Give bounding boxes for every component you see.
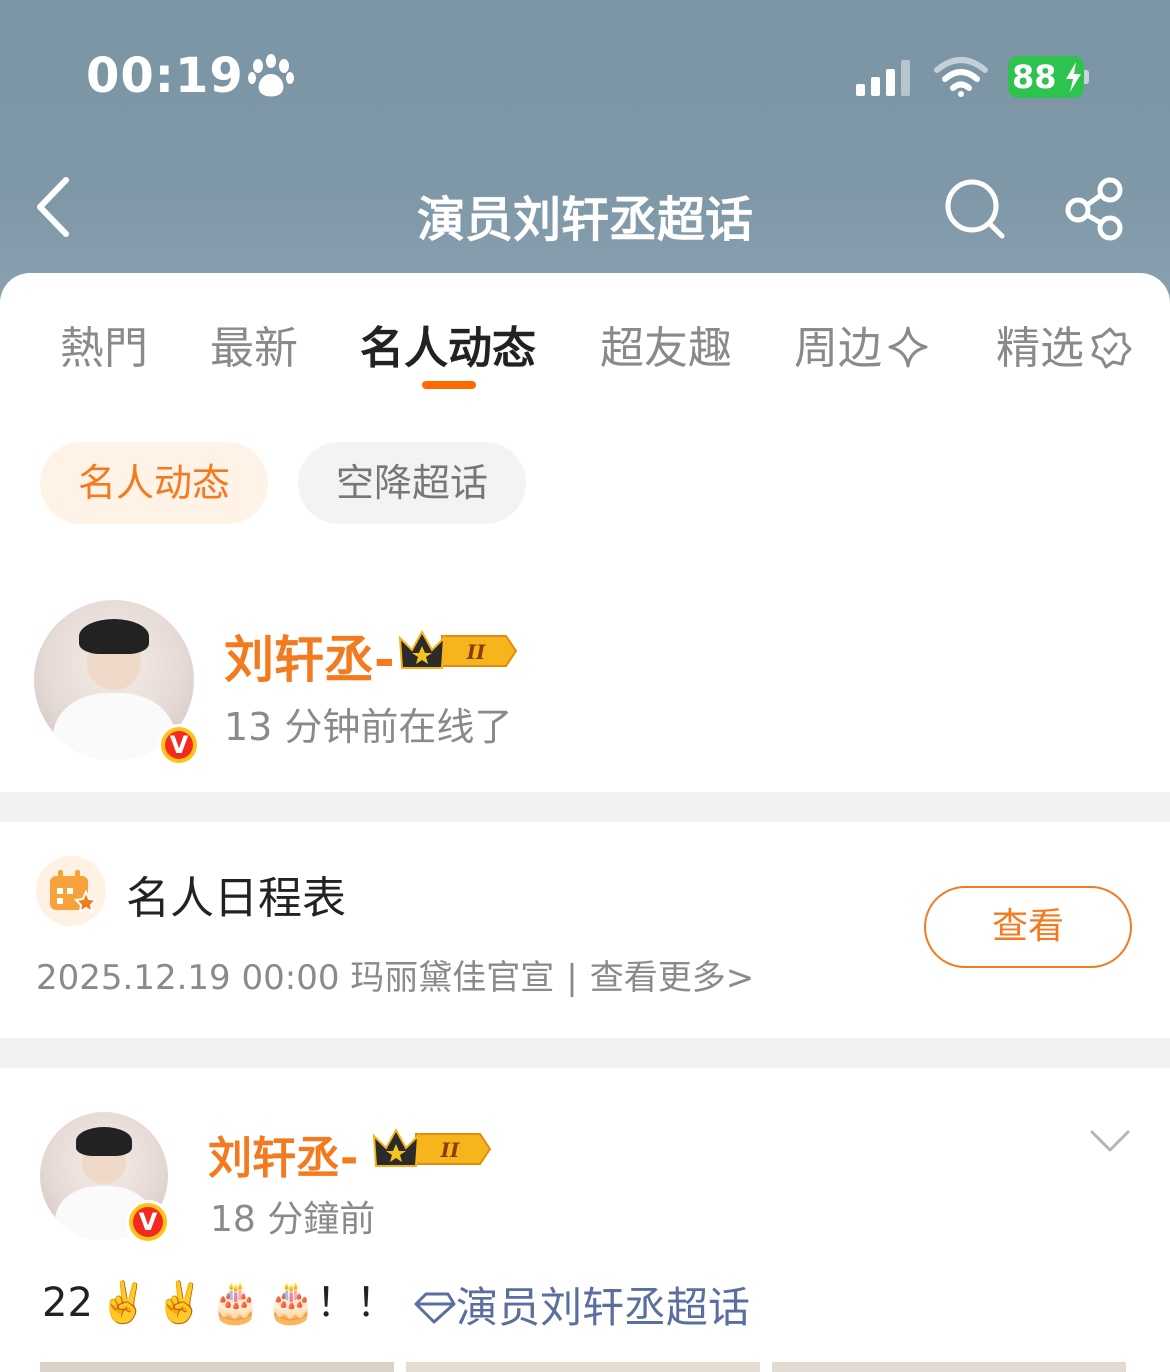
schedule-title: 名人日程表 [126, 873, 346, 924]
tab-hot[interactable]: 熱門 [60, 312, 148, 376]
avatar-hair [75, 1127, 133, 1156]
badge-level-text: II [466, 640, 486, 664]
status-time: 00:19 [86, 48, 244, 104]
post-image[interactable] [40, 1362, 394, 1372]
tab-celebrity-updates[interactable]: 名人动态 [360, 312, 536, 376]
separator: | [566, 958, 578, 998]
cake-emoji: 🎂 [210, 1280, 261, 1326]
last-online: 13 分钟前在线了 [224, 705, 513, 749]
share-icon[interactable] [1062, 176, 1128, 242]
avatar-hair [78, 619, 150, 655]
view-button[interactable]: 查看 [924, 886, 1132, 968]
tab-featured-label: 精选 [996, 323, 1084, 374]
search-icon[interactable] [942, 176, 1008, 242]
signal-icon [856, 60, 910, 96]
post-author[interactable]: 刘轩丞- [208, 1122, 358, 1186]
topic-link[interactable]: 演员刘轩丞超话 [412, 1274, 750, 1335]
crown-icon: II [372, 1127, 492, 1167]
battery-cap [1084, 70, 1089, 84]
topic-label: 演员刘轩丞超话 [456, 1283, 751, 1332]
post-time: 18 分鐘前 [210, 1199, 376, 1240]
content-sheet [0, 273, 1170, 1372]
cake-emoji: 🎂 [266, 1280, 317, 1326]
badge-level-text: II [440, 1138, 460, 1162]
verified-mark: V [165, 731, 193, 759]
tab-merch[interactable]: 周边 [794, 312, 930, 376]
victory-emoji: ✌️ [98, 1280, 149, 1326]
badge-star-icon [1091, 327, 1132, 369]
schedule-entry-line: 2025.12.19 00:00 玛丽黛佳官宣 | 查看更多> [36, 950, 754, 999]
wifi-icon [934, 57, 988, 97]
verified-mark: V [133, 1207, 163, 1237]
schedule-entry: 2025.12.19 00:00 玛丽黛佳官宣 [36, 958, 555, 998]
battery-level: 88 [1012, 58, 1057, 96]
tab-super-friends[interactable]: 超友趣 [600, 312, 732, 376]
victory-emoji: ✌️ [154, 1280, 205, 1326]
calendar-icon [50, 870, 96, 914]
tab-latest[interactable]: 最新 [210, 312, 298, 376]
post-text-suffix: ！！ [316, 1280, 397, 1326]
verified-badge: V [158, 724, 200, 766]
chip-airdrop-topic[interactable]: 空降超话 [298, 442, 526, 524]
tab-featured[interactable]: 精选 [996, 312, 1132, 376]
avatar-shirt [53, 692, 175, 760]
active-tab-indicator [422, 381, 476, 389]
see-more-link[interactable]: 查看更多> [590, 958, 755, 998]
profile-name[interactable]: 刘轩丞- [224, 620, 395, 692]
sparkle-icon [888, 326, 928, 368]
post-text: 22 ✌️ ✌️ 🎂 🎂！！ [42, 1270, 396, 1328]
verified-badge: V [126, 1200, 170, 1244]
section-divider [0, 1038, 1170, 1068]
post-text-prefix: 22 [42, 1280, 93, 1326]
crown-icon: II [398, 629, 518, 669]
tab-merch-label: 周边 [794, 323, 882, 374]
section-divider [0, 792, 1170, 822]
chevron-down-icon[interactable] [1088, 1124, 1132, 1156]
diamond-icon [414, 1292, 456, 1324]
paw-icon [248, 54, 294, 97]
charging-bolt-icon [1066, 62, 1081, 92]
post-image[interactable] [406, 1362, 760, 1372]
chip-celebrity-updates[interactable]: 名人动态 [40, 442, 268, 524]
post-image[interactable] [772, 1362, 1126, 1372]
tab-bar: 熱門 最新 名人动态 超友趣 周边 精选 [0, 312, 1170, 374]
